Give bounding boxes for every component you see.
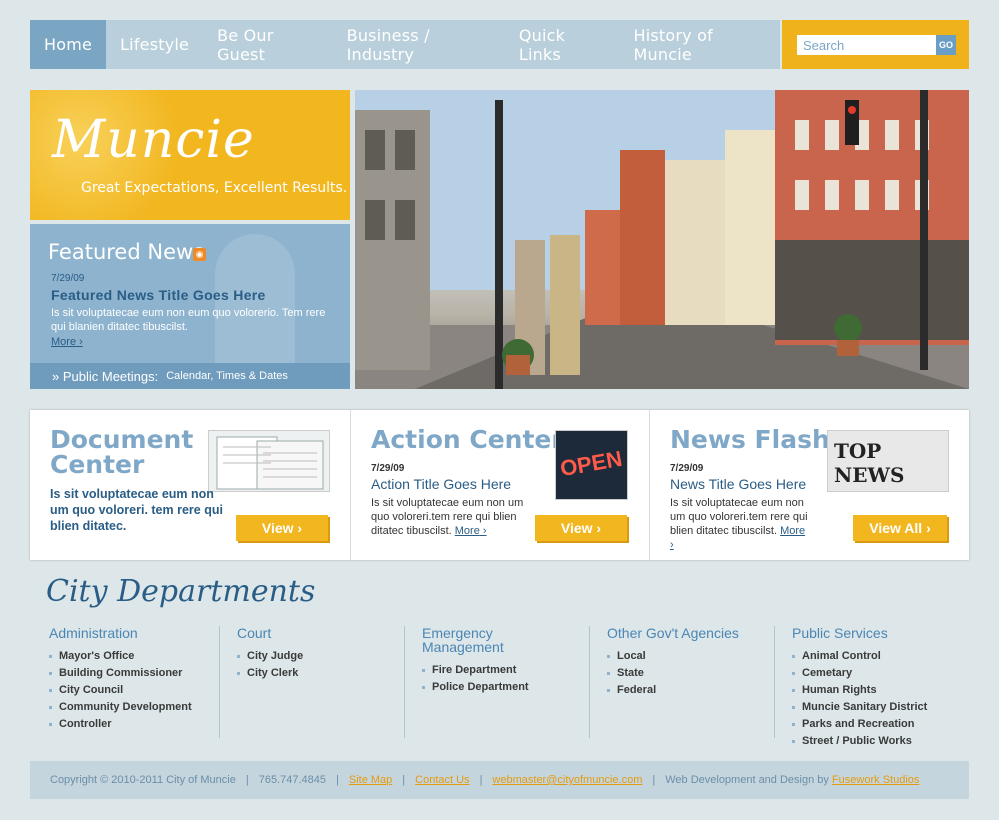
action-center-panel: Action Center OPEN 7/29/09 Action Title … [351, 410, 650, 560]
action-headline[interactable]: Action Title Goes Here [371, 476, 511, 492]
news-date: 7/29/09 [670, 463, 704, 474]
search-box: GO [782, 20, 969, 69]
main-nav: Home Lifestyle Be Our Guest Business / I… [30, 20, 780, 69]
footer-credit: Web Development and Design by [665, 774, 829, 786]
dept-link[interactable]: Police Department [422, 679, 572, 696]
footer-studio-link[interactable]: Fusework Studios [832, 774, 919, 786]
site-logo[interactable]: Muncie [52, 110, 255, 170]
dept-link[interactable]: Mayor's Office [49, 648, 209, 665]
document-image [216, 436, 324, 490]
nav-be-our-guest[interactable]: Be Our Guest [203, 20, 333, 69]
featured-date: 7/29/09 [51, 273, 85, 284]
dept-heading[interactable]: Court [237, 626, 387, 640]
action-center-title: Action Center [371, 425, 564, 454]
footer-separator: | [479, 774, 483, 786]
dept-link[interactable]: City Judge [237, 648, 387, 665]
hero-street-photo [355, 90, 969, 389]
featured-headline[interactable]: Featured News Title Goes Here [51, 287, 266, 303]
street-illustration [355, 90, 969, 389]
document-center-panel: Document Center Is sit voluptatecae eum … [30, 410, 351, 560]
dept-link[interactable]: Parks and Recreation [792, 716, 967, 733]
dept-column-administration: Administration Mayor's Office Building C… [49, 626, 209, 738]
news-flash-panel: News Flash TOP NEWS 7/29/09 News Title G… [650, 410, 969, 560]
dept-link[interactable]: Human Rights [792, 682, 967, 699]
featured-body: Is sit voluptatecae eum non eum quo volo… [51, 307, 326, 333]
dept-heading[interactable]: Administration [49, 626, 209, 640]
newspaper-headline: TOP NEWS [834, 439, 905, 487]
feature-panels: Document Center Is sit voluptatecae eum … [30, 410, 969, 560]
dept-link[interactable]: Local [607, 648, 767, 665]
dept-column-public-services: Public Services Animal Control Cemetary … [774, 626, 967, 747]
footer-email-link[interactable]: webmaster@cityofmuncie.com [492, 774, 642, 786]
dept-link[interactable]: Controller [49, 716, 209, 733]
column-divider [404, 626, 405, 738]
action-view-button[interactable]: View › [535, 515, 627, 541]
news-view-all-button[interactable]: View All › [853, 515, 947, 541]
column-divider [774, 626, 775, 738]
search-input[interactable] [797, 35, 936, 55]
dept-heading[interactable]: Emergency Management [422, 626, 532, 654]
footer-sitemap-link[interactable]: Site Map [349, 774, 392, 786]
nav-quick-links[interactable]: Quick Links [505, 20, 620, 69]
site-tagline: Great Expectations, Excellent Results. [81, 180, 348, 196]
document-thumbnail [208, 430, 330, 492]
footer-separator: | [402, 774, 406, 786]
footer-separator: | [336, 774, 339, 786]
action-more-link[interactable]: More › [455, 525, 487, 537]
footer-separator: | [245, 774, 249, 786]
search-go-button[interactable]: GO [936, 35, 956, 55]
featured-news: Featured News ◉ 7/29/09 Featured News Ti… [30, 224, 350, 389]
action-date: 7/29/09 [371, 463, 405, 474]
site-footer: Copyright © 2010-2011 City of Muncie | 7… [30, 761, 969, 799]
public-meetings-bar[interactable]: » Public Meetings: Calendar, Times & Dat… [30, 363, 350, 389]
footer-separator: | [652, 774, 656, 786]
featured-more-link[interactable]: More › [51, 336, 83, 348]
document-center-body: Is sit voluptatecae eum non um quo volor… [50, 487, 223, 533]
nav-lifestyle[interactable]: Lifestyle [106, 20, 203, 69]
dept-link[interactable]: Animal Control [792, 648, 967, 665]
public-meetings-sub: Calendar, Times & Dates [166, 370, 288, 382]
dept-link[interactable]: City Clerk [237, 665, 387, 682]
footer-phone: 765.747.4845 [258, 774, 326, 786]
dept-heading[interactable]: Public Services [792, 626, 967, 640]
footer-contact-link[interactable]: Contact Us [415, 774, 469, 786]
nav-home[interactable]: Home [30, 20, 107, 69]
dept-link[interactable]: Community Development [49, 699, 209, 716]
dept-link[interactable]: Building Commissioner [49, 665, 209, 682]
featured-news-heading: Featured News [48, 240, 205, 264]
footer-copyright: Copyright © 2010-2011 City of Muncie [50, 774, 236, 786]
open-sign-thumbnail: OPEN [555, 430, 628, 500]
action-body: Is sit voluptatecae eum non um quo volor… [371, 497, 524, 537]
news-flash-title: News Flash [670, 425, 830, 454]
dept-link[interactable]: Fire Department [422, 662, 572, 679]
dept-link[interactable]: Street / Public Works [792, 733, 967, 750]
nav-history[interactable]: History of Muncie [620, 20, 780, 69]
city-departments-title: City Departments [46, 574, 316, 609]
statue-silhouette [215, 234, 295, 374]
nav-business-industry[interactable]: Business / Industry [333, 20, 505, 69]
rss-icon[interactable]: ◉ [193, 248, 206, 261]
dept-column-emergency: Emergency Management Fire Department Pol… [404, 626, 572, 738]
brand-block: Muncie Great Expectations, Excellent Res… [30, 90, 350, 220]
public-meetings-label: » Public Meetings: [52, 368, 159, 384]
column-divider [219, 626, 220, 738]
dept-column-other-agencies: Other Gov't Agencies Local State Federal [589, 626, 767, 738]
dept-heading[interactable]: Other Gov't Agencies [607, 626, 767, 640]
dept-link[interactable]: Cemetary [792, 665, 967, 682]
dept-column-court: Court City Judge City Clerk [219, 626, 387, 738]
dept-link[interactable]: City Council [49, 682, 209, 699]
column-divider [589, 626, 590, 738]
document-center-title: Document Center [50, 425, 194, 479]
news-body: Is sit voluptatecae eum non um quo volor… [670, 497, 808, 551]
document-view-button[interactable]: View › [236, 515, 328, 541]
dept-link[interactable]: Federal [607, 682, 767, 699]
dept-link[interactable]: Muncie Sanitary District [792, 699, 967, 716]
newspaper-thumbnail: TOP NEWS [827, 430, 949, 492]
news-headline[interactable]: News Title Goes Here [670, 476, 806, 492]
open-sign-text: OPEN [558, 445, 624, 482]
dept-link[interactable]: State [607, 665, 767, 682]
